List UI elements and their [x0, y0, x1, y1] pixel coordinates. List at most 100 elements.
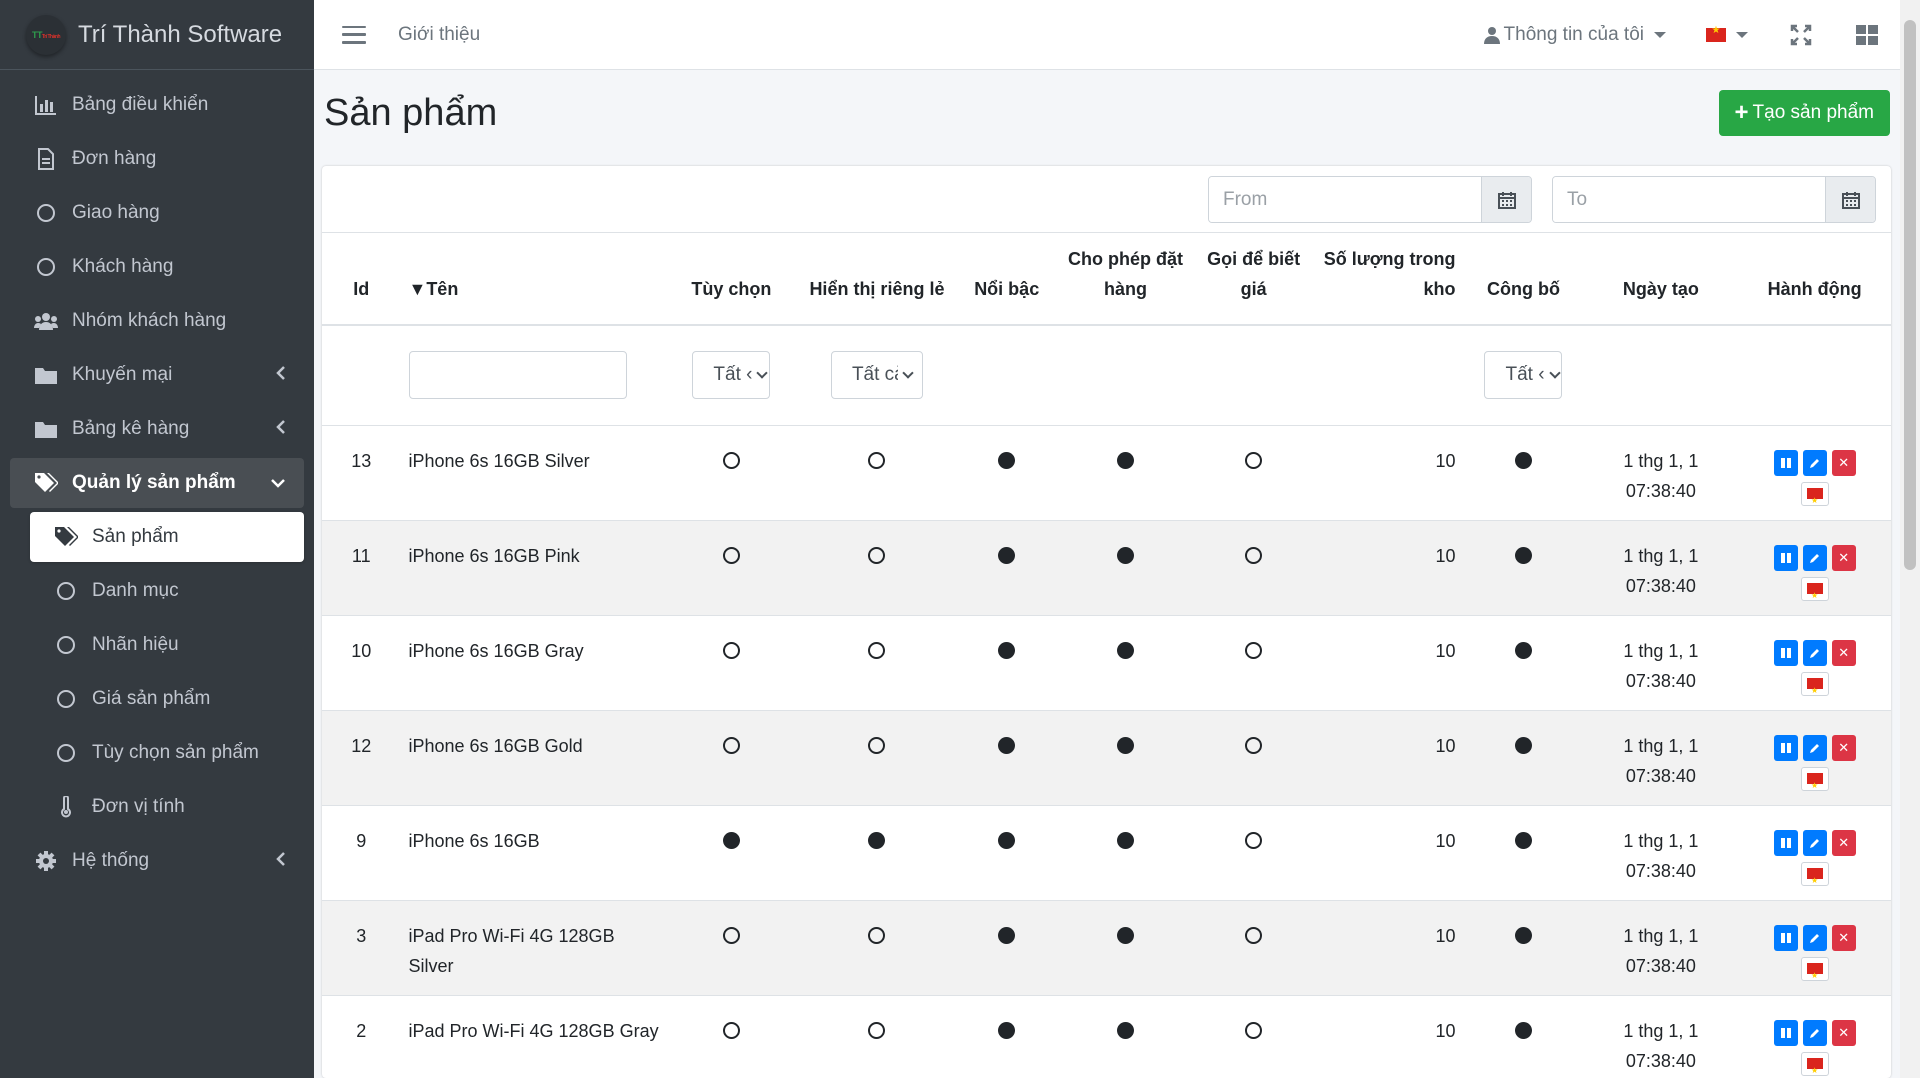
cell-stock: 10 — [1310, 899, 1464, 995]
sidebar-item-promotions[interactable]: Khuyến mại — [10, 350, 304, 400]
from-date-input[interactable] — [1209, 177, 1481, 222]
language-selector[interactable] — [1706, 25, 1748, 42]
sidebar-item-system[interactable]: Hệ thống — [10, 836, 304, 886]
checked-indicator-icon — [998, 451, 1016, 469]
delete-button[interactable]: ✕ — [1831, 734, 1856, 761]
col-option[interactable]: Tùy chọn — [667, 233, 796, 326]
content-header: Sản phẩm + Tạo sản phẩm — [314, 70, 1900, 160]
translate-button[interactable] — [1800, 861, 1829, 896]
table-row[interactable]: 11 iPhone 6s 16GB Pink 10 1 thg 1, 1 07:38:… — [322, 519, 1891, 615]
menu-toggle-icon[interactable] — [342, 25, 366, 44]
cell-allow-order — [1054, 994, 1197, 1078]
published-filter-select[interactable]: Tất ‹ — [1484, 351, 1563, 400]
view-button[interactable] — [1773, 639, 1798, 666]
sidebar-item-categories[interactable]: Danh mục — [10, 566, 304, 616]
cell-featured — [958, 709, 1055, 805]
name-filter-input[interactable] — [408, 351, 627, 400]
col-id[interactable]: Id — [322, 233, 401, 326]
delete-button[interactable]: ✕ — [1831, 449, 1856, 476]
cell-name[interactable]: iPhone 6s 16GB Pink — [400, 519, 668, 615]
sidebar-item-brands[interactable]: Nhãn hiệu — [10, 620, 304, 670]
cell-name[interactable]: iPhone 6s 16GB Gold — [400, 709, 668, 805]
checked-indicator-icon — [1514, 736, 1532, 754]
fullscreen-icon[interactable] — [1788, 22, 1814, 48]
calendar-icon[interactable] — [1825, 177, 1875, 222]
col-published[interactable]: Công bố — [1463, 233, 1584, 326]
edit-button[interactable] — [1802, 639, 1827, 666]
edit-button[interactable] — [1802, 449, 1827, 476]
cell-featured — [958, 804, 1055, 900]
delete-button[interactable]: ✕ — [1831, 1019, 1856, 1046]
view-button[interactable] — [1773, 449, 1798, 476]
sidebar-item-product-options[interactable]: Tùy chọn sản phẩm — [10, 728, 304, 778]
edit-button[interactable] — [1802, 544, 1827, 571]
col-name[interactable]: ▼Tên — [400, 233, 668, 326]
delete-button[interactable]: ✕ — [1831, 829, 1856, 856]
table-row[interactable]: 2 iPad Pro Wi-Fi 4G 128GB Gray 10 1 thg 1, … — [322, 994, 1891, 1078]
edit-button[interactable] — [1802, 1019, 1827, 1046]
apps-grid-icon[interactable] — [1854, 22, 1880, 48]
view-button[interactable] — [1773, 924, 1798, 951]
cell-name[interactable]: iPad Pro Wi-Fi 4G 128GB Gray — [400, 994, 668, 1078]
sidebar-item-product-management[interactable]: Quản lý sản phẩm — [10, 458, 304, 508]
sidebar-item-dashboard[interactable]: Bảng điều khiển — [10, 80, 304, 130]
view-button[interactable] — [1773, 1019, 1798, 1046]
sidebar-item-customers[interactable]: Khách hàng — [10, 242, 304, 292]
translate-button[interactable] — [1800, 766, 1829, 801]
from-date-group — [1208, 176, 1532, 223]
translate-button[interactable] — [1800, 956, 1829, 991]
translate-button[interactable] — [1800, 1051, 1829, 1078]
unchecked-indicator-icon — [868, 641, 886, 659]
col-stock[interactable]: Số lượng trong kho — [1310, 233, 1464, 326]
chevron-down-icon — [1548, 367, 1561, 379]
sidebar-item-products[interactable]: Sản phẩm — [30, 512, 304, 562]
delete-button[interactable]: ✕ — [1831, 924, 1856, 951]
table-row[interactable]: 13 iPhone 6s 16GB Silver 10 1 thg 1, 1 07:3… — [322, 424, 1891, 520]
file-icon — [34, 147, 58, 171]
sidebar-item-label: Tùy chọn sản phẩm — [92, 742, 259, 763]
calendar-icon[interactable] — [1481, 177, 1531, 222]
sidebar-item-product-prices[interactable]: Giá sản phẩm — [10, 674, 304, 724]
checked-indicator-icon — [1117, 546, 1135, 564]
create-product-button[interactable]: + Tạo sản phẩm — [1718, 90, 1890, 136]
cell-name[interactable]: iPad Pro Wi-Fi 4G 128GB Silver — [400, 899, 668, 995]
edit-button[interactable] — [1802, 829, 1827, 856]
to-date-input[interactable] — [1553, 177, 1825, 222]
col-featured[interactable]: Nổi bậc — [958, 233, 1055, 326]
sidebar-item-units[interactable]: Đơn vị tính — [10, 782, 304, 832]
table-row[interactable]: 12 iPhone 6s 16GB Gold 10 1 thg 1, 1 07:38:… — [322, 709, 1891, 805]
scrollbar[interactable] — [1900, 0, 1920, 1078]
col-created[interactable]: Ngày tạo — [1583, 233, 1739, 326]
sidebar-item-orders[interactable]: Đơn hàng — [10, 134, 304, 184]
col-allow-order[interactable]: Cho phép đặt hàng — [1054, 233, 1197, 326]
cell-name[interactable]: iPhone 6s 16GB Silver — [400, 424, 668, 520]
scrollbar-thumb[interactable] — [1904, 20, 1916, 570]
products-table: Id ▼Tên Tùy chọn Hiển thị riêng lẻ Nổi b… — [322, 233, 1891, 1078]
view-button[interactable] — [1773, 544, 1798, 571]
cell-name[interactable]: iPhone 6s 16GB Gray — [400, 614, 668, 710]
view-button[interactable] — [1773, 829, 1798, 856]
delete-button[interactable]: ✕ — [1831, 544, 1856, 571]
user-menu[interactable]: Thông tin của tôi — [1483, 24, 1666, 46]
table-row[interactable]: 10 iPhone 6s 16GB Gray 10 1 thg 1, 1 07:38:… — [322, 614, 1891, 710]
translate-button[interactable] — [1800, 481, 1829, 516]
option-filter-select[interactable]: Tất ‹ — [692, 351, 771, 400]
sidebar-item-customer-groups[interactable]: Nhóm khách hàng — [10, 296, 304, 346]
translate-button[interactable] — [1800, 576, 1829, 611]
col-call-for-price[interactable]: Gọi để biết giá — [1196, 233, 1311, 326]
cell-name[interactable]: iPhone 6s 16GB — [400, 804, 668, 900]
table-row[interactable]: 9 iPhone 6s 16GB 10 1 thg 1, 1 07:38:40 ✕ — [322, 804, 1891, 900]
col-visible-individually[interactable]: Hiển thị riêng lẻ — [795, 233, 959, 326]
edit-button[interactable] — [1802, 924, 1827, 951]
brand[interactable]: TTTrí Thành Trí Thành Software — [0, 0, 314, 70]
sidebar-item-statements[interactable]: Bảng kê hàng — [10, 404, 304, 454]
view-button[interactable] — [1773, 734, 1798, 761]
edit-button[interactable] — [1802, 734, 1827, 761]
unchecked-indicator-icon — [722, 641, 740, 659]
translate-button[interactable] — [1800, 671, 1829, 706]
sidebar-item-shipping[interactable]: Giao hàng — [10, 188, 304, 238]
delete-button[interactable]: ✕ — [1831, 639, 1856, 666]
about-link[interactable]: Giới thiệu — [398, 24, 480, 46]
visible-filter-select[interactable]: Tất cả — [830, 351, 923, 400]
table-row[interactable]: 3 iPad Pro Wi-Fi 4G 128GB Silver 10 1 thg 1… — [322, 899, 1891, 995]
